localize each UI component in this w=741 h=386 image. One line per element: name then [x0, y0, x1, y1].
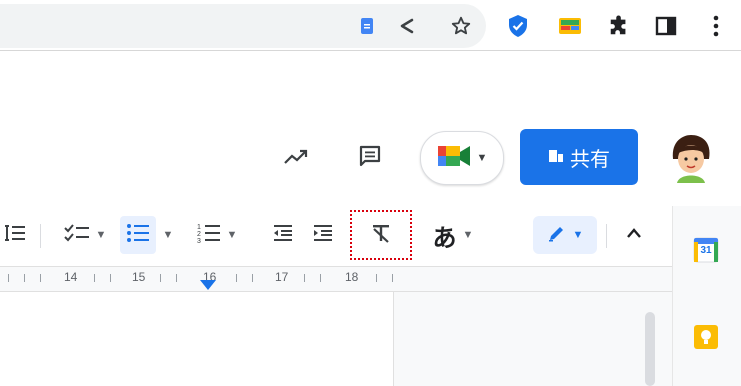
chevron-up-icon — [626, 226, 642, 244]
bulleted-list-button[interactable] — [120, 216, 156, 254]
editing-mode-dropdown-icon: ▼ — [572, 229, 584, 241]
side-panel-icon[interactable] — [651, 11, 681, 41]
ruler-tick — [304, 274, 305, 282]
ruler-number: 14 — [64, 270, 78, 284]
ruler-tick — [40, 274, 41, 282]
side-panel — [672, 206, 741, 386]
page-edge — [393, 292, 394, 386]
increase-indent-button[interactable] — [306, 216, 340, 254]
calendar-date-label: 31 — [700, 245, 712, 256]
ruler-tick — [110, 274, 111, 282]
ruler-tick — [24, 274, 25, 282]
bulleted-list-dropdown-icon: ▼ — [162, 229, 174, 241]
ruler-number: 18 — [345, 270, 359, 284]
calendar-icon[interactable]: 31 — [693, 237, 719, 263]
numbered-list-icon: 123 — [197, 222, 221, 249]
avatar[interactable] — [665, 131, 717, 183]
numbered-list-button[interactable]: 123 ▼ — [190, 216, 244, 254]
toolbar-divider — [40, 224, 41, 248]
svg-text:1: 1 — [197, 224, 201, 231]
docs-tab-icon[interactable] — [352, 11, 382, 41]
input-tools-dropdown-icon: ▼ — [462, 229, 474, 241]
increase-indent-icon — [312, 223, 334, 248]
ruler-tick — [252, 274, 253, 282]
ruler-tick — [176, 274, 177, 282]
numbered-list-dropdown-icon: ▼ — [226, 229, 238, 241]
ruler-tick — [236, 274, 237, 282]
shield-icon[interactable] — [503, 11, 533, 41]
checklist-dropdown-icon: ▼ — [95, 229, 107, 241]
ruler-number: 15 — [132, 270, 146, 284]
checklist-button[interactable]: ▼ — [56, 216, 114, 254]
share-button[interactable]: 共有 — [520, 129, 638, 185]
input-tools-button[interactable]: あ ▼ — [422, 216, 484, 254]
ruler-tick — [392, 274, 393, 282]
ruler[interactable] — [0, 266, 672, 292]
vertical-scrollbar[interactable] — [645, 312, 655, 386]
page-margin — [394, 292, 672, 386]
line-spacing-button[interactable] — [0, 216, 30, 254]
bulleted-list-dropdown[interactable]: ▼ — [158, 216, 178, 254]
checklist-icon — [63, 223, 90, 248]
svg-text:3: 3 — [197, 238, 201, 244]
line-spacing-icon — [3, 223, 27, 248]
meet-icon — [437, 143, 471, 174]
share-button-label: 共有 — [570, 148, 610, 171]
star-icon[interactable] — [446, 11, 476, 41]
extension-card-icon[interactable] — [555, 11, 585, 41]
input-tools-label: あ — [432, 224, 457, 252]
comment-icon[interactable] — [352, 139, 388, 173]
ruler-tick — [376, 274, 377, 282]
browser-divider — [0, 50, 741, 51]
highlight-frame — [350, 210, 412, 260]
pencil-icon — [547, 223, 567, 248]
ruler-tick — [8, 274, 9, 282]
indent-marker-icon[interactable] — [200, 280, 216, 290]
decrease-indent-button[interactable] — [266, 216, 300, 254]
ruler-tick — [94, 274, 95, 282]
svg-text:2: 2 — [197, 231, 201, 238]
trending-icon[interactable] — [276, 141, 316, 173]
ruler-tick — [320, 274, 321, 282]
decrease-indent-icon — [272, 223, 294, 248]
building-icon — [548, 146, 564, 169]
ruler-tick — [160, 274, 161, 282]
collapse-menu-button[interactable] — [618, 216, 650, 254]
meet-dropdown-icon: ▼ — [476, 152, 488, 164]
keep-icon[interactable] — [693, 324, 719, 350]
more-vert-icon[interactable] — [701, 11, 731, 41]
bulleted-list-icon — [126, 223, 150, 248]
meet-button[interactable]: ▼ — [420, 131, 504, 185]
editing-mode-button[interactable]: ▼ — [533, 216, 597, 254]
toolbar-divider-2 — [606, 224, 607, 248]
share-icon[interactable] — [392, 11, 422, 41]
puzzle-icon[interactable] — [604, 11, 634, 41]
ruler-number: 17 — [275, 270, 289, 284]
